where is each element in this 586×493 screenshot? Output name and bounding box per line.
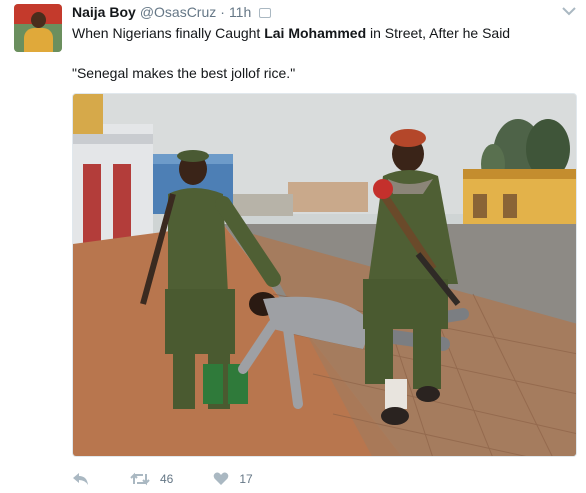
reply-icon <box>73 473 88 485</box>
tweet-actions: 46 17 <box>72 470 293 488</box>
tweet-text: When Nigerians finally Caught Lai Mohamm… <box>72 24 572 82</box>
tweet-text-line-1: When Nigerians finally Caught Lai Mohamm… <box>72 24 572 42</box>
retweet-count: 46 <box>160 472 174 486</box>
tweet-card: Naija Boy @OsasCruz · 11h When Nigerians… <box>0 0 586 493</box>
tweet-timestamp[interactable]: 11h <box>229 4 251 20</box>
tweet-text-after: in Street, After he Said <box>366 25 511 41</box>
retweet-icon <box>130 472 150 486</box>
heart-icon <box>214 472 229 485</box>
separator-dot: · <box>220 4 225 20</box>
like-count: 17 <box>239 472 253 486</box>
chevron-down-icon[interactable] <box>562 6 576 16</box>
display-name[interactable]: Naija Boy <box>72 4 136 20</box>
like-button[interactable]: 17 <box>213 472 253 486</box>
retweet-button[interactable]: 46 <box>130 472 173 486</box>
tweet-quote-line: "Senegal makes the best jollof rice." <box>72 65 296 81</box>
tv-icon <box>259 8 272 18</box>
user-avatar[interactable] <box>14 4 62 52</box>
tweet-header: Naija Boy @OsasCruz · 11h <box>72 4 272 22</box>
tweet-text-before: When Nigerians finally Caught <box>72 25 265 41</box>
user-handle[interactable]: @OsasCruz <box>140 4 216 20</box>
tweet-photo[interactable] <box>72 93 577 457</box>
tweet-text-bold: Lai Mohammed <box>264 25 367 41</box>
reply-button[interactable] <box>72 472 90 486</box>
